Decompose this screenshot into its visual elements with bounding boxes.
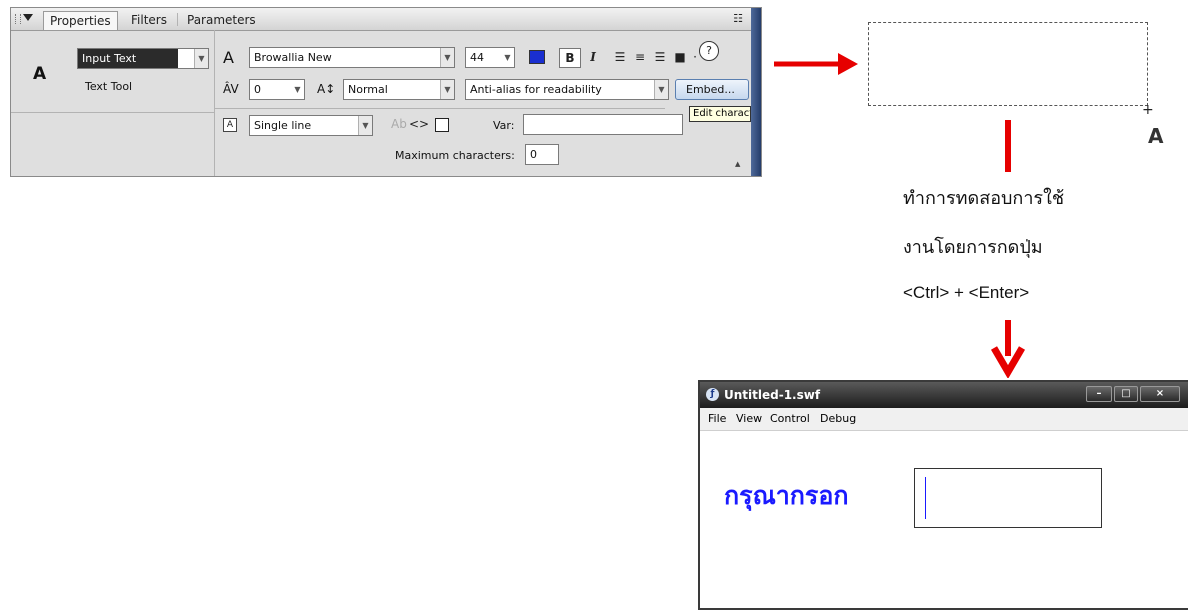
text-tool-icon: A (33, 64, 47, 84)
line-type-select[interactable]: Single line ▼ (249, 115, 373, 136)
minimize-button[interactable]: – (1086, 386, 1112, 402)
line-type-icon: A (223, 118, 237, 132)
menu-debug[interactable]: Debug (820, 408, 856, 430)
font-family-icon: A (223, 48, 234, 67)
chevron-down-icon: ▼ (291, 80, 304, 99)
swf-title-bar[interactable]: ƒ Untitled-1.swf – □ × (700, 382, 1188, 408)
max-chars-input[interactable]: 0 (525, 144, 559, 165)
line-type-value: Single line (254, 119, 312, 132)
anti-alias-select[interactable]: Anti-alias for readability ▼ (465, 79, 669, 100)
panel-side-strip (751, 8, 761, 176)
maximize-button[interactable]: □ (1114, 386, 1138, 402)
font-size-field[interactable]: 44 ▼ (465, 47, 515, 68)
tab-properties[interactable]: Properties (43, 11, 118, 30)
text-caret (925, 477, 926, 519)
swf-title: Untitled-1.swf (724, 388, 821, 402)
chevron-down-icon: ▼ (358, 116, 372, 135)
help-icon[interactable]: ? (699, 41, 719, 61)
show-border-checkbox[interactable] (435, 118, 449, 132)
panel-tab-bar: Properties Filters Parameters ☷ (11, 8, 751, 31)
letter-spacing-value: 0 (254, 83, 261, 96)
text-cursor-glyph: A (1148, 124, 1164, 148)
instruction-line-1: ทำการทดสอบการใช้ (903, 188, 1065, 209)
tab-parameters[interactable]: Parameters (181, 11, 262, 29)
var-label: Var: (493, 119, 515, 132)
right-arrow-icon (774, 53, 858, 75)
tab-filters[interactable]: Filters (125, 11, 173, 29)
instruction-line-2: งานโดยการกดปุ่ม (903, 237, 1043, 258)
character-position-value: Normal (348, 83, 388, 96)
embed-button[interactable]: Embed... (675, 79, 749, 100)
flash-player-icon: ƒ (706, 388, 719, 401)
align-center-icon[interactable]: ≡ (631, 48, 649, 66)
font-family-value: Browallia New (254, 51, 332, 64)
tool-name-label: Text Tool (85, 80, 133, 93)
collapse-triangle-icon[interactable] (23, 14, 33, 21)
align-right-icon[interactable]: ☰ (651, 48, 669, 66)
tab-divider (177, 13, 178, 26)
bold-button[interactable]: B (559, 48, 581, 68)
text-type-value: Input Text (78, 49, 178, 68)
align-justify-icon[interactable]: ■ (671, 48, 689, 66)
down-arrow-icon (990, 320, 1026, 378)
italic-button[interactable]: I (585, 48, 601, 66)
panel-options-menu-icon[interactable]: ☷ (729, 10, 747, 28)
align-left-icon[interactable]: ☰ (611, 48, 629, 66)
close-button[interactable]: × (1140, 386, 1180, 402)
crosshair-cursor-icon: + (1142, 102, 1154, 118)
var-input[interactable] (523, 114, 683, 135)
chevron-down-icon: ▼ (440, 80, 454, 99)
character-position-icon: A↕ (317, 82, 336, 96)
more-options-icon[interactable]: · (691, 48, 699, 66)
swf-input-field[interactable] (914, 468, 1102, 528)
instruction-shortcut: <Ctrl> + <Enter> (903, 283, 1030, 302)
column-divider (214, 30, 215, 176)
connector-line (1005, 120, 1011, 172)
max-chars-label: Maximum characters: (395, 149, 515, 162)
expand-panel-icon[interactable]: ▲ (735, 160, 740, 168)
swf-player-window: ƒ Untitled-1.swf – □ × File View Control… (698, 380, 1188, 610)
panel-grip-handle[interactable] (15, 14, 21, 24)
letter-spacing-field[interactable]: 0 ▼ (249, 79, 305, 100)
text-type-select[interactable]: Input Text ▼ (77, 48, 209, 69)
prompt-label: กรุณากรอก (724, 481, 849, 510)
menu-file[interactable]: File (708, 408, 726, 430)
chevron-down-icon: ▼ (501, 48, 514, 67)
letter-spacing-icon: ÂV (223, 82, 239, 96)
font-family-select[interactable]: Browallia New ▼ (249, 47, 455, 68)
input-text-box-outline[interactable] (868, 22, 1148, 106)
menu-control[interactable]: Control (770, 408, 810, 430)
character-position-select[interactable]: Normal ▼ (343, 79, 455, 100)
anti-alias-value: Anti-alias for readability (470, 83, 602, 96)
chevron-down-icon: ▼ (654, 80, 668, 99)
row-divider (215, 108, 665, 109)
selectable-icon[interactable]: Ab (391, 115, 407, 133)
properties-panel: Properties Filters Parameters ☷ A Input … (10, 7, 762, 177)
font-size-value: 44 (470, 51, 484, 64)
chevron-down-icon: ▼ (440, 48, 454, 67)
chevron-down-icon: ▼ (194, 49, 208, 68)
render-html-icon[interactable]: <> (409, 115, 429, 133)
menu-view[interactable]: View (736, 408, 762, 430)
left-column-divider (11, 112, 215, 113)
text-color-swatch[interactable] (529, 50, 545, 64)
embed-tooltip: Edit character options (689, 106, 751, 122)
swf-menu-bar: File View Control Debug (700, 408, 1188, 431)
